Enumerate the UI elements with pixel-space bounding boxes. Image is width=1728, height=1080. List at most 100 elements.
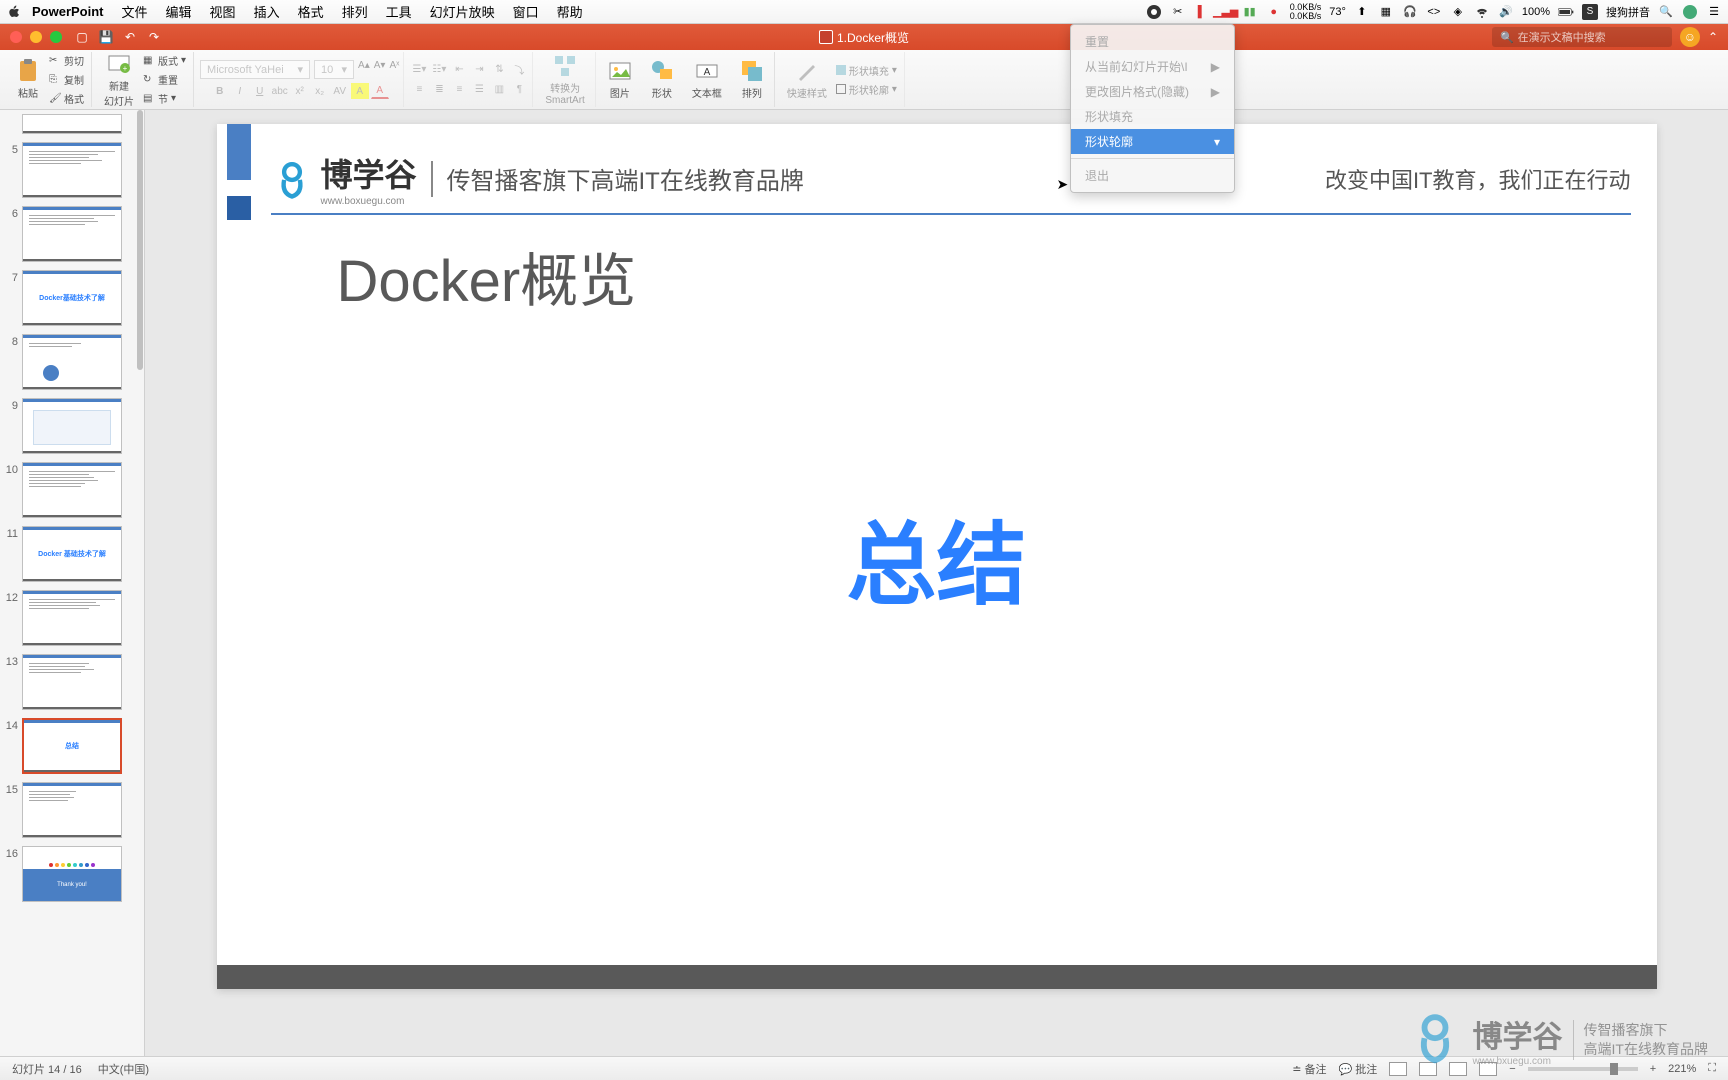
subscript-icon[interactable]: x₂ — [311, 83, 329, 99]
copy-button[interactable]: ⎘复制 — [46, 71, 87, 88]
format-painter-button[interactable]: 🖌格式 — [46, 90, 87, 107]
ime-name[interactable]: 搜狗拼音 — [1606, 4, 1650, 20]
grid-icon[interactable]: ▦ — [1378, 4, 1394, 20]
flag-icon[interactable]: ▌ — [1194, 4, 1210, 20]
align-center-icon[interactable]: ≣ — [430, 82, 448, 98]
indent-inc-icon[interactable]: ⇥ — [470, 62, 488, 78]
siri-icon[interactable] — [1682, 4, 1698, 20]
control-center-icon[interactable]: ☰ — [1706, 4, 1722, 20]
spotlight-icon[interactable]: 🔍 — [1658, 4, 1674, 20]
diamond-icon[interactable]: ◈ — [1450, 4, 1466, 20]
search-box[interactable]: 🔍 在演示文稿中搜索 — [1492, 27, 1672, 47]
shape-button[interactable]: 形状 — [644, 57, 680, 102]
thumb-6[interactable]: 6 — [0, 206, 144, 262]
italic-icon[interactable]: I — [231, 83, 249, 99]
columns-icon[interactable]: ▥ — [490, 82, 508, 98]
paste-button[interactable]: 粘贴 — [10, 57, 46, 102]
volume-icon[interactable]: 🔊 — [1498, 4, 1514, 20]
slide-center-text[interactable]: 总结 — [847, 492, 1027, 622]
language-indicator[interactable]: 中文(中国) — [98, 1061, 149, 1077]
obs-icon[interactable] — [1146, 4, 1162, 20]
wifi-icon[interactable] — [1474, 4, 1490, 20]
minimize-window-button[interactable] — [30, 31, 42, 43]
code-icon[interactable]: <> — [1426, 4, 1442, 20]
bars-icon[interactable]: ▮▮ — [1242, 4, 1258, 20]
shape-fill-button[interactable]: 形状填充 ▾ — [833, 62, 900, 79]
feedback-button[interactable]: ☺ — [1680, 27, 1700, 47]
battery-icon[interactable] — [1558, 4, 1574, 20]
ime-icon[interactable]: S — [1582, 4, 1598, 20]
superscript-icon[interactable]: x² — [291, 83, 309, 99]
dot-icon[interactable]: ● — [1266, 4, 1282, 20]
cut-button[interactable]: ✂剪切 — [46, 52, 87, 69]
thumb-9[interactable]: 9 — [0, 398, 144, 454]
thumb-14[interactable]: 14 总结 — [0, 718, 144, 774]
thumb-10[interactable]: 10 — [0, 462, 144, 518]
convert-smartart-button[interactable]: 转换为 SmartArt — [539, 52, 590, 108]
line-spacing-icon[interactable]: ⇅ — [490, 62, 508, 78]
thumb-12[interactable]: 12 — [0, 590, 144, 646]
align-left-icon[interactable]: ≡ — [410, 82, 428, 98]
clear-format-icon[interactable]: Aˣ — [389, 60, 399, 79]
comments-button[interactable]: 💬 批注 — [1339, 1061, 1378, 1077]
qat-save-icon[interactable]: 💾 — [98, 29, 114, 45]
menu-insert[interactable]: 插入 — [254, 2, 280, 21]
normal-view-button[interactable] — [1389, 1062, 1407, 1076]
thumb-7[interactable]: 7 Docker基础技术了解 — [0, 270, 144, 326]
align-right-icon[interactable]: ≡ — [450, 82, 468, 98]
menu-window[interactable]: 窗口 — [513, 2, 539, 21]
new-slide-button[interactable]: + 新建 幻灯片 — [98, 50, 140, 110]
layout-button[interactable]: ▦版式 ▾ — [140, 52, 189, 69]
thumb-8[interactable]: 8 — [0, 334, 144, 390]
shape-outline-button[interactable]: 形状轮廓 ▾ — [833, 81, 900, 98]
arrange-button[interactable]: 排列 — [734, 57, 770, 102]
maximize-window-button[interactable] — [50, 31, 62, 43]
ctx-item-play-from-current[interactable]: 从当前幻灯片开始\I▶ — [1071, 54, 1234, 79]
graph-icon[interactable]: ▁▃▅ — [1218, 4, 1234, 20]
menu-file[interactable]: 文件 — [122, 2, 148, 21]
text-dir-icon[interactable]: ⤵ — [510, 62, 528, 78]
thumbnail-scrollbar[interactable] — [136, 110, 144, 1056]
menu-view[interactable]: 视图 — [210, 2, 236, 21]
ribbon-toggle-icon[interactable]: ⌃ — [1708, 30, 1718, 44]
bullets-icon[interactable]: ☰▾ — [410, 62, 428, 78]
menu-help[interactable]: 帮助 — [557, 2, 583, 21]
increase-font-icon[interactable]: A▴ — [358, 60, 370, 79]
scissors-icon[interactable]: ✂ — [1170, 4, 1186, 20]
menu-edit[interactable]: 编辑 — [166, 2, 192, 21]
textbox-button[interactable]: A 文本框 — [686, 57, 728, 102]
notes-button[interactable]: ≐ 备注 — [1292, 1061, 1326, 1077]
upload-icon[interactable]: ⬆ — [1354, 4, 1370, 20]
qat-home-icon[interactable]: ▢ — [74, 29, 90, 45]
menu-tools[interactable]: 工具 — [386, 2, 412, 21]
thumb-5[interactable]: 5 — [0, 142, 144, 198]
thumb-13[interactable]: 13 — [0, 654, 144, 710]
numbering-icon[interactable]: ☷▾ — [430, 62, 448, 78]
picture-button[interactable]: 图片 — [602, 57, 638, 102]
indent-dec-icon[interactable]: ⇤ — [450, 62, 468, 78]
thumb-16[interactable]: 16 Thank you! — [0, 846, 144, 902]
thumb-4-partial[interactable] — [0, 114, 144, 134]
thumb-15[interactable]: 15 — [0, 782, 144, 838]
menu-format[interactable]: 格式 — [298, 2, 324, 21]
ctx-item-shape-outline[interactable]: 形状轮廓▾ — [1071, 129, 1234, 154]
slide-editor[interactable]: 博学谷 www.boxuegu.com 传智播客旗下高端IT在线教育品牌 改变中… — [145, 110, 1728, 1056]
ctx-item-shape-fill[interactable]: 形状填充 — [1071, 104, 1234, 129]
font-name-combo[interactable]: Microsoft YaHei▾ — [200, 60, 310, 79]
qat-undo-icon[interactable]: ↶ — [122, 29, 138, 45]
bold-icon[interactable]: B — [211, 83, 229, 99]
char-spacing-icon[interactable]: AV — [331, 83, 349, 99]
underline-icon[interactable]: U — [251, 83, 269, 99]
fit-to-window-button[interactable]: ⛶ — [1708, 1062, 1716, 1075]
font-color-icon[interactable]: A — [371, 83, 389, 99]
section-button[interactable]: ▤节 ▾ — [140, 90, 189, 107]
qat-redo-icon[interactable]: ↷ — [146, 29, 162, 45]
quickstyle-button[interactable]: 快速样式 — [781, 57, 833, 102]
close-window-button[interactable] — [10, 31, 22, 43]
slide-title[interactable]: Docker概览 — [337, 234, 637, 318]
headphones-icon[interactable]: 🎧 — [1402, 4, 1418, 20]
strike-icon[interactable]: abc — [271, 83, 289, 99]
decrease-font-icon[interactable]: A▾ — [374, 60, 386, 79]
reset-button[interactable]: ↻重置 — [140, 71, 189, 88]
align-justify-icon[interactable]: ☰ — [470, 82, 488, 98]
